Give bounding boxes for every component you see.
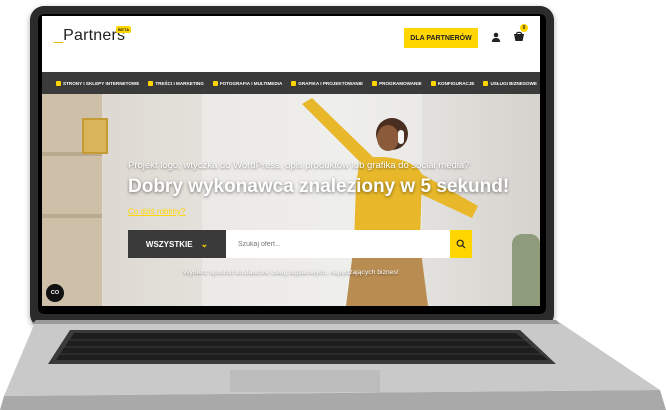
category-nav: STRONY I SKLEPY INTERNETOWE TREŚCI I MAR… (42, 72, 540, 94)
pen-icon (148, 80, 154, 86)
laptop-mockup: _Partners BETA DLA PARTNERÓW 0 STRONY I … (0, 0, 666, 410)
nav-label: FOTOGRAFIA I MULTIMEDIA (219, 80, 283, 86)
nav-label: TREŚCI I MARKETING (155, 80, 204, 86)
search-icon (456, 239, 466, 249)
hero-section: Projekt logo, wtyczka do WordPress, opis… (42, 94, 540, 306)
search-bar: WSZYSTKIE ⌄ (128, 230, 472, 258)
cart-count-badge: 0 (520, 24, 528, 32)
nav-item-programming[interactable]: PROGRAMOWANIE (372, 80, 422, 86)
code-icon (372, 80, 378, 86)
nav-label: PROGRAMOWANIE (379, 80, 422, 86)
cart-icon[interactable] (512, 30, 526, 44)
nav-item-config[interactable]: KONFIGURACJE (430, 80, 475, 86)
laptop-screen: _Partners BETA DLA PARTNERÓW 0 STRONY I … (42, 16, 540, 306)
camera-icon (212, 80, 218, 86)
nav-item-websites[interactable]: STRONY I SKLEPY INTERNETOWE (56, 80, 140, 86)
nav-label: GRAFIKA I PROJEKTOWANIE (298, 80, 364, 86)
what-we-do-link[interactable]: Co dziś robimy? (128, 207, 185, 216)
partners-button[interactable]: DLA PARTNERÓW (404, 28, 478, 48)
nav-label: KONFIGURACJE (437, 80, 475, 86)
monitor-icon (56, 80, 61, 86)
laptop-lid: _Partners BETA DLA PARTNERÓW 0 STRONY I … (30, 6, 554, 328)
logo-underscore: _ (54, 27, 64, 44)
hero-title: Dobry wykonawca znaleziony w 5 sekund! (128, 176, 510, 197)
user-icon[interactable] (490, 31, 502, 43)
shelf-board (42, 214, 102, 218)
image-icon (291, 80, 297, 86)
cookie-button[interactable]: CO (46, 284, 64, 302)
category-select-value: WSZYSTKIE (145, 239, 193, 249)
settings-icon (430, 80, 436, 86)
nav-item-graphics[interactable]: GRAFIKA I PROJEKTOWANIE (291, 80, 364, 86)
logo-badge: BETA (116, 26, 132, 33)
nav-label: STRONY I SKLEPY INTERNETOWE (63, 80, 140, 86)
nav-label: USŁUGI BIZNESOWE (490, 80, 537, 86)
category-select[interactable]: WSZYSTKIE ⌄ (128, 230, 226, 258)
search-input[interactable] (226, 230, 450, 258)
hero-subtitle: Projekt logo, wtyczka do WordPress, opis… (128, 160, 470, 171)
laptop-keyboard-illustration (0, 320, 666, 410)
search-button[interactable] (450, 230, 472, 258)
site-header: _Partners BETA DLA PARTNERÓW 0 (42, 16, 540, 58)
hero-note: Wybierz spośród dostawców usług digitalo… (183, 269, 399, 276)
nav-item-business[interactable]: USŁUGI BIZNESOWE (483, 80, 537, 86)
nav-item-content[interactable]: TREŚCI I MARKETING (148, 80, 204, 86)
site-logo[interactable]: _Partners BETA (54, 26, 132, 45)
laptop-base (0, 320, 666, 410)
nav-item-photo[interactable]: FOTOGRAFIA I MULTIMEDIA (212, 80, 283, 86)
picture-frame (82, 118, 108, 154)
chevron-down-icon: ⌄ (200, 238, 209, 249)
person-icon (483, 80, 489, 86)
